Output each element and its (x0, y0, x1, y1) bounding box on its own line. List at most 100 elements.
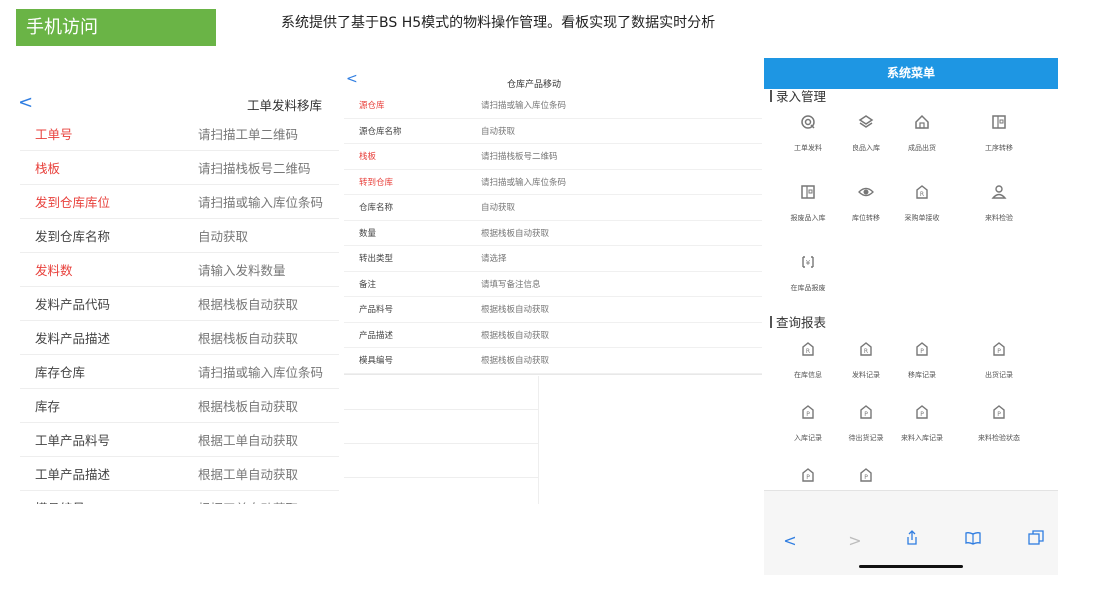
field-input[interactable]: 请选择 (481, 252, 507, 264)
form-row[interactable]: 工单号 请扫描工单二维码 (20, 117, 339, 151)
menu-item[interactable]: P 入库记录 (776, 403, 840, 443)
system-caption: 系统提供了基于BS H5模式的物料操作管理。看板实现了数据实时分析 (281, 15, 716, 31)
menu-item[interactable]: R 在库信息 (776, 340, 840, 380)
menu-item[interactable]: 工单发料 (776, 113, 840, 153)
menu-item-label: 入库记录 (794, 434, 822, 442)
field-label: 数量 (359, 228, 377, 239)
form-row[interactable]: 模具编号 根据栈板自动获取 (344, 348, 762, 374)
form-row[interactable]: 发料数 请输入发料数量 (20, 253, 339, 287)
field-input[interactable]: 自动获取 (481, 201, 515, 213)
home-indicator (859, 565, 963, 568)
field-input[interactable]: 根据工单自动获取 (198, 464, 298, 483)
form-row[interactable]: 源仓库 请扫描或输入库位条码 (344, 93, 762, 119)
menu-item[interactable]: R 采购单接收 (890, 183, 954, 223)
field-input[interactable]: 请扫描工单二维码 (198, 124, 298, 143)
menu-item[interactable]: P 来料检验状态 (967, 403, 1031, 443)
form-row[interactable]: 源仓库名称 自动获取 (344, 119, 762, 144)
field-input[interactable]: 自动获取 (481, 125, 515, 137)
field-label: 转到仓库 (359, 177, 394, 188)
forward-arrow-icon[interactable]: > (843, 529, 867, 553)
p-bag-icon: P (916, 342, 928, 356)
form-row[interactable]: 产品料号 根据栈板自动获取 (344, 297, 762, 323)
form-row[interactable]: 栈板 请扫描栈板号二维码 (20, 151, 339, 185)
form-row[interactable]: 产品描述 根据栈板自动获取 (344, 323, 762, 348)
form-row[interactable]: 发料产品代码 根据栈板自动获取 (20, 287, 339, 321)
menu-header: 系统菜单 (764, 58, 1058, 89)
p-bag-icon: P (802, 468, 814, 482)
field-label: 栈板 (35, 161, 61, 176)
field-label: 发料产品代码 (35, 297, 111, 312)
svg-text:R: R (920, 191, 924, 198)
field-input[interactable]: 根据工单自动获取 (198, 430, 298, 449)
bookmarks-icon[interactable] (961, 529, 985, 553)
menu-item[interactable]: P 来料入库记录 (890, 403, 954, 443)
menu-item[interactable]: P 待出货记录 (834, 403, 898, 443)
back-arrow-icon[interactable]: < (778, 529, 802, 553)
back-icon[interactable]: < (346, 73, 358, 87)
svg-text:P: P (997, 348, 1001, 355)
form-row[interactable]: 库存 根据栈板自动获取 (20, 389, 339, 423)
menu-item[interactable]: R 发料记录 (834, 340, 898, 380)
form-row[interactable]: 工单产品料号 根据工单自动获取 (20, 423, 339, 457)
form-row[interactable]: 备注 请填写备注信息 (344, 272, 762, 297)
building-icon (992, 115, 1006, 129)
menu-item[interactable]: P 移库记录 (890, 340, 954, 380)
form-row[interactable]: 工单产品描述 根据工单自动获取 (20, 457, 339, 491)
share-icon[interactable] (900, 529, 924, 553)
menu-item[interactable]: 库位转移 (834, 183, 898, 223)
field-input[interactable]: 请填写备注信息 (481, 278, 541, 290)
form-row[interactable]: 发到仓库名称 自动获取 (20, 219, 339, 253)
field-label: 转出类型 (359, 254, 394, 265)
field-label: 库存仓库 (35, 365, 86, 380)
field-input[interactable]: 请扫描或输入库位条码 (481, 99, 566, 111)
system-menu-screen: 系统菜单 录入管理 查询报表 工单发料 良品入库 成品出货 工序转移 报废品入库 库位转移… (764, 58, 1058, 575)
form-row[interactable]: 栈板 请扫描栈板号二维码 (344, 144, 762, 170)
field-input[interactable]: 根据栈板自动获取 (198, 294, 298, 313)
menu-item[interactable]: P 出货记录 (967, 340, 1031, 380)
eye-icon (858, 187, 874, 197)
field-input[interactable]: 根据栈板自动获取 (481, 227, 549, 239)
form-row[interactable]: 数量 根据栈板自动获取 (344, 221, 762, 246)
work-order-transfer-screen: < 工单发料移库 工单号 请扫描工单二维码 栈板 请扫描栈板号二维码 发到仓库库位 请扫描… (20, 92, 339, 504)
form-row[interactable]: 模具编号根据工单自动获取 (20, 491, 339, 504)
menu-item-label: 工单发料 (794, 144, 822, 152)
field-label: 工单号 (35, 127, 73, 142)
back-icon[interactable]: < (20, 92, 33, 114)
section-report: 查询报表 (770, 312, 826, 331)
field-input[interactable]: 请扫描或输入库位条码 (481, 176, 566, 188)
field-label: 发料产品描述 (35, 331, 111, 346)
navbar: < 仓库产品移动 (344, 73, 762, 93)
panel-divider-lines (344, 376, 539, 504)
form-row[interactable]: 库存仓库 请扫描或输入库位条码 (20, 355, 339, 389)
svg-text:P: P (864, 474, 868, 481)
p-bag-icon: P (802, 405, 814, 419)
tabs-icon[interactable] (1024, 529, 1048, 553)
field-input[interactable]: 请扫描或输入库位条码 (198, 362, 323, 381)
form-row[interactable]: 发到仓库库位 请扫描或输入库位条码 (20, 185, 339, 219)
field-input[interactable]: 请扫描栈板号二维码 (481, 150, 558, 162)
form-row[interactable]: 转到仓库 请扫描或输入库位条码 (344, 170, 762, 195)
field-input[interactable]: 请扫描栈板号二维码 (198, 158, 311, 177)
field-input[interactable]: 根据栈板自动获取 (198, 328, 298, 347)
svg-text:R: R (806, 348, 810, 355)
menu-item[interactable]: 工序转移 (967, 113, 1031, 153)
menu-item[interactable]: 报废品入库 (776, 183, 840, 223)
field-input[interactable]: 根据栈板自动获取 (481, 329, 549, 341)
menu-item[interactable]: ¥ 在库品报废 (776, 253, 840, 293)
field-input[interactable]: 请扫描或输入库位条码 (198, 192, 323, 211)
field-input[interactable]: 自动获取 (198, 226, 248, 245)
form-row[interactable]: 转出类型 请选择 (344, 246, 762, 272)
field-input[interactable]: 根据栈板自动获取 (481, 354, 549, 366)
form-row[interactable]: 发料产品描述 根据栈板自动获取 (20, 321, 339, 355)
menu-item[interactable]: 良品入库 (834, 113, 898, 153)
field-input[interactable]: 根据栈板自动获取 (481, 303, 549, 315)
field-input[interactable]: 根据工单自动获取 (198, 498, 298, 504)
svg-text:P: P (806, 411, 810, 418)
field-input[interactable]: 根据栈板自动获取 (198, 396, 298, 415)
field-input[interactable]: 请输入发料数量 (198, 260, 286, 279)
menu-item[interactable]: 成品出货 (890, 113, 954, 153)
p-bag-icon: P (993, 342, 1005, 356)
menu-item[interactable]: 来料检验 (967, 183, 1031, 223)
svg-text:R: R (864, 348, 868, 355)
form-row[interactable]: 仓库名称 自动获取 (344, 195, 762, 221)
